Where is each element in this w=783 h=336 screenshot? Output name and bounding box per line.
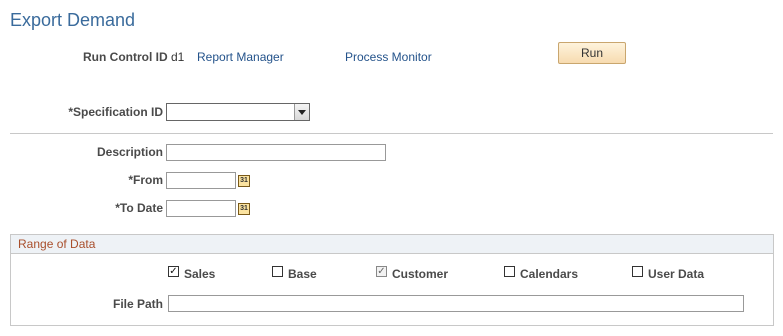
base-checkbox[interactable]: [272, 266, 283, 277]
customer-label: Customer: [392, 267, 449, 281]
user-data-checkbox[interactable]: [632, 266, 643, 277]
base-label: Base: [288, 267, 317, 281]
range-of-data-header: [10, 234, 774, 254]
run-control-id-label: Run Control ID: [83, 50, 168, 64]
range-of-data-title: Range of Data: [18, 237, 96, 251]
to-date-field[interactable]: [166, 200, 236, 217]
description-field[interactable]: [166, 144, 386, 161]
calendars-checkbox[interactable]: [504, 266, 515, 277]
chevron-down-icon[interactable]: [294, 104, 309, 120]
section-divider: [10, 133, 773, 134]
report-manager-link[interactable]: Report Manager: [197, 50, 284, 64]
calendar-icon[interactable]: 31: [238, 175, 250, 187]
specification-id-label: *Specification ID: [68, 105, 163, 119]
sales-label: Sales: [184, 267, 216, 281]
run-control-id-value: d1: [171, 50, 185, 64]
customer-checkbox: ✓: [376, 266, 387, 277]
description-label: Description: [96, 145, 163, 159]
calendar-icon[interactable]: 31: [238, 203, 250, 215]
run-button[interactable]: Run: [558, 42, 626, 64]
process-monitor-link[interactable]: Process Monitor: [345, 50, 432, 64]
page-title: Export Demand: [10, 10, 136, 30]
user-data-label: User Data: [648, 267, 705, 281]
specification-id-select[interactable]: [166, 103, 310, 121]
file-path-label: File Path: [112, 297, 163, 311]
file-path-field[interactable]: [168, 295, 744, 312]
calendars-label: Calendars: [520, 267, 579, 281]
sales-checkbox[interactable]: ✓: [168, 266, 179, 277]
to-date-label: *To Date: [115, 201, 163, 215]
from-date-field[interactable]: [166, 172, 236, 189]
from-label: *From: [128, 173, 163, 187]
